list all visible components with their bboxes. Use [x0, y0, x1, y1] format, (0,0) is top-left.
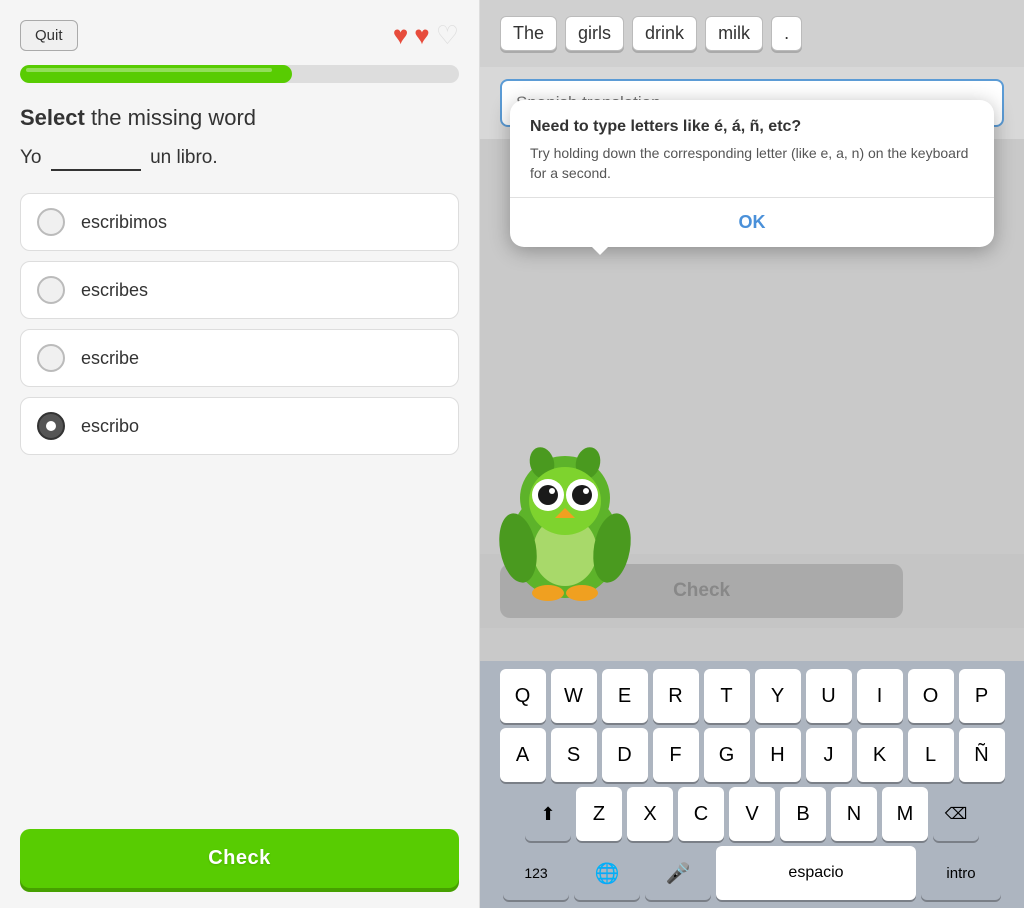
word-chip-1: girls: [565, 16, 624, 51]
option-item-1[interactable]: escribimos: [20, 193, 459, 251]
radio-2: [37, 276, 65, 304]
key-c[interactable]: C: [678, 787, 724, 841]
word-chip-0: The: [500, 16, 557, 51]
key-space[interactable]: espacio: [716, 846, 916, 900]
key-s[interactable]: S: [551, 728, 597, 782]
option-item-2[interactable]: escribes: [20, 261, 459, 319]
tooltip-ok-button[interactable]: OK: [530, 198, 974, 247]
key-f[interactable]: F: [653, 728, 699, 782]
key-n-tilde[interactable]: Ñ: [959, 728, 1005, 782]
option-text-1: escribimos: [81, 212, 167, 233]
kb-row-1: Q W E R T Y U I O P: [484, 669, 1020, 723]
option-text-3: escribe: [81, 348, 139, 369]
sentence-text: Yo un libro.: [20, 147, 459, 171]
options-list: escribimos escribes escribe escribo: [20, 193, 459, 809]
key-m[interactable]: M: [882, 787, 928, 841]
key-d[interactable]: D: [602, 728, 648, 782]
key-mic[interactable]: 🎤: [645, 846, 711, 900]
tooltip-title: Need to type letters like é, á, ñ, etc?: [530, 118, 974, 136]
instruction-text: Select the missing word: [20, 105, 459, 131]
key-y[interactable]: Y: [755, 669, 801, 723]
word-chip-4: .: [771, 16, 802, 51]
heart-2: ♥: [414, 20, 429, 51]
radio-1: [37, 208, 65, 236]
option-item-4[interactable]: escribo: [20, 397, 459, 455]
tooltip-bubble: Need to type letters like é, á, ñ, etc? …: [510, 100, 994, 247]
kb-row-2: A S D F G H J K L Ñ: [484, 728, 1020, 782]
option-text-2: escribes: [81, 280, 148, 301]
owl-illustration: [490, 433, 640, 603]
heart-3: ♡: [436, 20, 459, 51]
key-b[interactable]: B: [780, 787, 826, 841]
key-backspace[interactable]: ⌫: [933, 787, 979, 841]
progress-bar-container: [20, 65, 459, 83]
key-i[interactable]: I: [857, 669, 903, 723]
key-a[interactable]: A: [500, 728, 546, 782]
option-item-3[interactable]: escribe: [20, 329, 459, 387]
key-n[interactable]: N: [831, 787, 877, 841]
sentence-end: un libro.: [150, 147, 218, 168]
instruction-rest: the missing word: [85, 105, 256, 130]
tooltip-body: Try holding down the corresponding lette…: [530, 144, 974, 183]
radio-4: [37, 412, 65, 440]
key-q[interactable]: Q: [500, 669, 546, 723]
progress-bar-fill: [20, 65, 292, 83]
key-return[interactable]: intro: [921, 846, 1001, 900]
kb-row-3: ⬆ Z X C V B N M ⌫: [484, 787, 1020, 841]
instruction-bold: Select: [20, 105, 85, 130]
left-panel: Quit ♥ ♥ ♡ Select the missing word Yo un…: [0, 0, 480, 908]
option-text-4: escribo: [81, 416, 139, 437]
key-j[interactable]: J: [806, 728, 852, 782]
key-o[interactable]: O: [908, 669, 954, 723]
word-chip-2: drink: [632, 16, 697, 51]
key-globe[interactable]: 🌐: [574, 846, 640, 900]
key-r[interactable]: R: [653, 669, 699, 723]
key-t[interactable]: T: [704, 669, 750, 723]
sentence-start: Yo: [20, 147, 42, 168]
owl-container: [490, 433, 650, 613]
key-p[interactable]: P: [959, 669, 1005, 723]
sentence-area: The girls drink milk .: [480, 0, 1024, 67]
top-bar: Quit ♥ ♥ ♡: [20, 20, 459, 51]
key-k[interactable]: K: [857, 728, 903, 782]
key-z[interactable]: Z: [576, 787, 622, 841]
key-shift[interactable]: ⬆: [525, 787, 571, 841]
key-h[interactable]: H: [755, 728, 801, 782]
radio-3: [37, 344, 65, 372]
right-panel: The girls drink milk . Need to type lett…: [480, 0, 1024, 908]
key-g[interactable]: G: [704, 728, 750, 782]
heart-1: ♥: [393, 20, 408, 51]
check-button-left[interactable]: Check: [20, 829, 459, 888]
word-chip-3: milk: [705, 16, 763, 51]
key-e[interactable]: E: [602, 669, 648, 723]
key-u[interactable]: U: [806, 669, 852, 723]
key-v[interactable]: V: [729, 787, 775, 841]
tooltip-overlay: Need to type letters like é, á, ñ, etc? …: [510, 100, 994, 247]
key-w[interactable]: W: [551, 669, 597, 723]
key-l[interactable]: L: [908, 728, 954, 782]
keyboard[interactable]: Q W E R T Y U I O P A S D F G H J K L Ñ …: [480, 661, 1024, 908]
quit-button[interactable]: Quit: [20, 20, 78, 51]
kb-row-bottom: 123 🌐 🎤 espacio intro: [484, 846, 1020, 900]
hearts-container: ♥ ♥ ♡: [393, 20, 459, 51]
key-123[interactable]: 123: [503, 846, 569, 900]
sentence-blank: [51, 147, 141, 171]
key-x[interactable]: X: [627, 787, 673, 841]
